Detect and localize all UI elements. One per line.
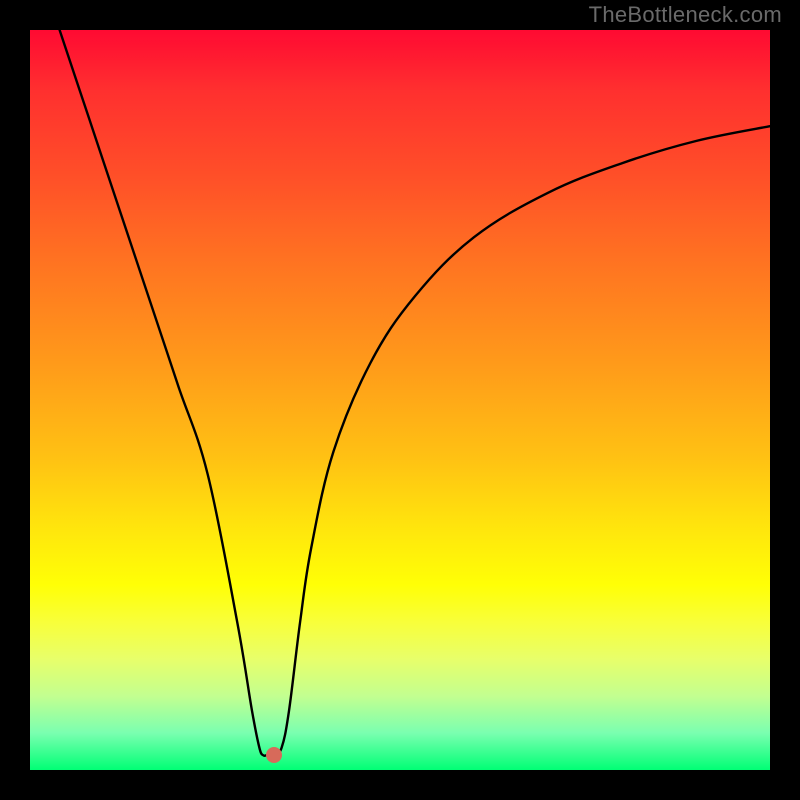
bottleneck-curve: [60, 30, 770, 756]
optimal-point-marker: [266, 747, 282, 763]
plot-area: [30, 30, 770, 770]
chart-frame: TheBottleneck.com: [0, 0, 800, 800]
watermark-label: TheBottleneck.com: [589, 2, 782, 28]
curve-svg: [30, 30, 770, 770]
